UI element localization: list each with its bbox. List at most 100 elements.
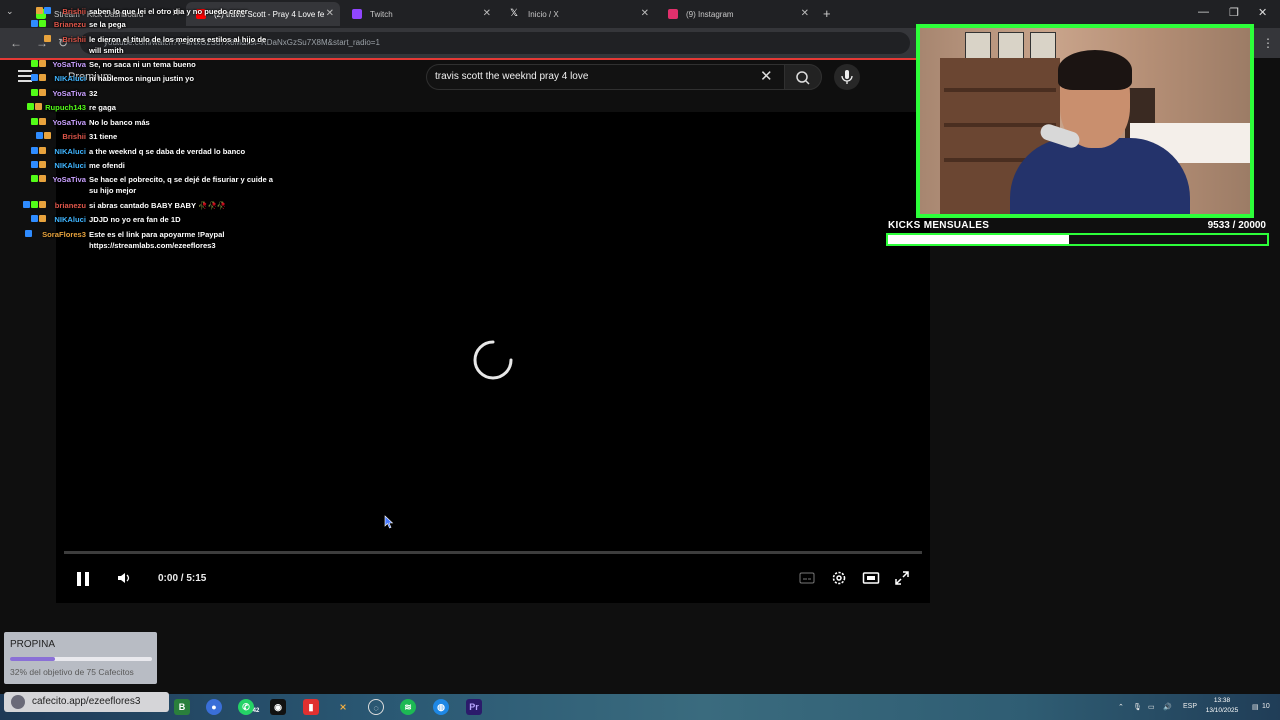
badge-icon (25, 230, 33, 237)
close-icon[interactable]: ✕ (641, 8, 649, 19)
cafecito-banner: cafecito.app/ezeeflores3 (4, 692, 169, 712)
browser-menu-icon[interactable]: ⋮ (1262, 36, 1274, 50)
badge-icon (31, 20, 39, 27)
maximize-icon[interactable]: ❐ (1229, 6, 1239, 19)
microphone-icon (841, 70, 853, 84)
badge-icon (31, 74, 39, 81)
tip-goal-title: PROPINA (10, 639, 56, 650)
badge-icon (23, 201, 31, 208)
chat-username[interactable]: NIKAluci (54, 73, 86, 84)
chat-username[interactable]: Rupuch143 (45, 102, 86, 113)
back-icon[interactable]: ← (10, 36, 22, 50)
taskbar-app-icon[interactable]: ◌ (368, 699, 384, 715)
minimize-icon[interactable]: — (1198, 6, 1209, 18)
chat-text: me ofendi (89, 161, 125, 170)
tip-goal-bar (10, 657, 152, 661)
chat-username[interactable]: YoSaTiva (53, 174, 87, 185)
chat-badges (35, 7, 51, 15)
chat-text: 31 tiene (89, 132, 118, 141)
chat-badges (31, 89, 47, 97)
search-button[interactable] (784, 64, 822, 90)
close-icon[interactable]: ✕ (326, 8, 334, 19)
chat-username[interactable]: Brianezu (54, 19, 86, 30)
tab-search-icon[interactable]: ⌄ (6, 6, 14, 17)
badge-icon (31, 118, 39, 125)
language-indicator[interactable]: ESP (1183, 703, 1197, 710)
tray-chevron-icon[interactable]: ⌃ (1118, 703, 1124, 711)
fullscreen-button[interactable] (894, 570, 910, 589)
voice-search-button[interactable] (834, 64, 860, 90)
premiere-icon[interactable]: Pr (466, 699, 482, 715)
search-input[interactable]: travis scott the weeknd pray 4 love (426, 64, 784, 90)
chat-badges (31, 118, 47, 126)
tray-mic-icon[interactable]: 🎙 (1133, 703, 1142, 711)
mouse-cursor-icon (384, 515, 394, 529)
notifications-count: 10 (1262, 703, 1270, 710)
chat-badges (35, 132, 51, 140)
clock[interactable]: 13:38 13/10/2025 (1200, 696, 1244, 716)
chat-badges (31, 147, 47, 155)
pause-button[interactable] (74, 570, 92, 591)
close-icon[interactable]: ✕ (483, 8, 491, 19)
tip-goal-widget: PROPINA 32% del objetivo de 75 Cafecitos (4, 632, 157, 684)
clear-search-icon[interactable]: ✕ (760, 67, 773, 85)
chat-text: Se, no saca ni un tema bueno (89, 60, 196, 69)
chat-text: se la pega (89, 20, 126, 29)
hamburger-menu-icon[interactable] (18, 70, 32, 82)
chat-username[interactable]: Brishii (62, 6, 86, 17)
chat-username[interactable]: YoSaTiva (53, 88, 87, 99)
chat-username[interactable]: YoSaTiva (53, 117, 87, 128)
tab-title: (9) Instagram (686, 9, 734, 19)
chat-username[interactable]: NIKAluci (54, 214, 86, 225)
new-tab-icon[interactable]: + (823, 6, 831, 21)
badge-icon (31, 215, 39, 222)
taskbar-app-icon[interactable]: ⨯ (335, 699, 351, 715)
twitch-icon (352, 9, 362, 19)
settings-button[interactable] (831, 570, 847, 589)
badge-icon (39, 215, 47, 222)
chat-text: a the weeknd q se daba de verdad lo banc… (89, 147, 246, 156)
taskbar-app-icon[interactable]: ▮ (303, 699, 319, 715)
search-icon (796, 71, 810, 85)
chat-username[interactable]: NIKAluci (54, 146, 86, 157)
obs-icon[interactable]: ◉ (270, 699, 286, 715)
progress-bar[interactable] (64, 551, 922, 554)
chat-text: ni hablemos ningun justin yo (89, 74, 195, 83)
volume-button[interactable] (116, 570, 132, 589)
badge-icon (26, 103, 34, 110)
chat-username[interactable]: NIKAluci (54, 160, 86, 171)
tab-twitch[interactable]: Twitch ✕ (342, 2, 497, 26)
x-icon: 𝕏 (510, 8, 519, 19)
cafecito-icon (11, 695, 25, 709)
volume-tray-icon[interactable]: 🔊 (1163, 703, 1172, 711)
taskbar-app-icon[interactable]: ◍ (433, 699, 449, 715)
badge-icon (31, 60, 39, 67)
theater-mode-button[interactable] (862, 570, 880, 589)
streamer-body (1010, 138, 1190, 214)
loading-spinner-icon (473, 340, 513, 380)
network-icon[interactable]: ▭ (1148, 703, 1155, 711)
chat-username[interactable]: SoraFlores3 (42, 229, 86, 240)
chrome-icon[interactable]: ● (206, 699, 222, 715)
window-close-icon[interactable]: ✕ (1258, 6, 1267, 19)
badge-icon (31, 201, 39, 208)
badge-icon (34, 103, 42, 110)
tip-goal-fill (10, 657, 56, 661)
chat-username[interactable]: YoSaTiva (53, 59, 87, 70)
chat-badges (26, 103, 42, 111)
chat-username[interactable]: Brishii (62, 131, 86, 142)
badge-icon (43, 35, 51, 42)
tab-x[interactable]: 𝕏 Inicio / X ✕ (500, 2, 655, 26)
chat-username[interactable]: brianezu (55, 200, 86, 211)
chat-text: Se hace el pobrecito, q se dejé de fisur… (89, 175, 274, 195)
notifications-icon[interactable]: ▤ (1252, 703, 1259, 711)
chat-username[interactable]: Brishii (62, 34, 86, 45)
spotify-icon[interactable]: ≋ (400, 699, 416, 715)
close-icon[interactable]: ✕ (801, 8, 809, 19)
tab-instagram[interactable]: (9) Instagram ✕ (658, 2, 815, 26)
taskbar-app-icon[interactable]: B (174, 699, 190, 715)
kicks-goal-count: 9533 / 20000 (1207, 220, 1266, 231)
tip-goal-subtitle: 32% del objetivo de 75 Cafecitos (10, 667, 134, 677)
time-display: 0:00 / 5:15 (158, 573, 207, 584)
subtitles-button[interactable] (799, 570, 815, 589)
